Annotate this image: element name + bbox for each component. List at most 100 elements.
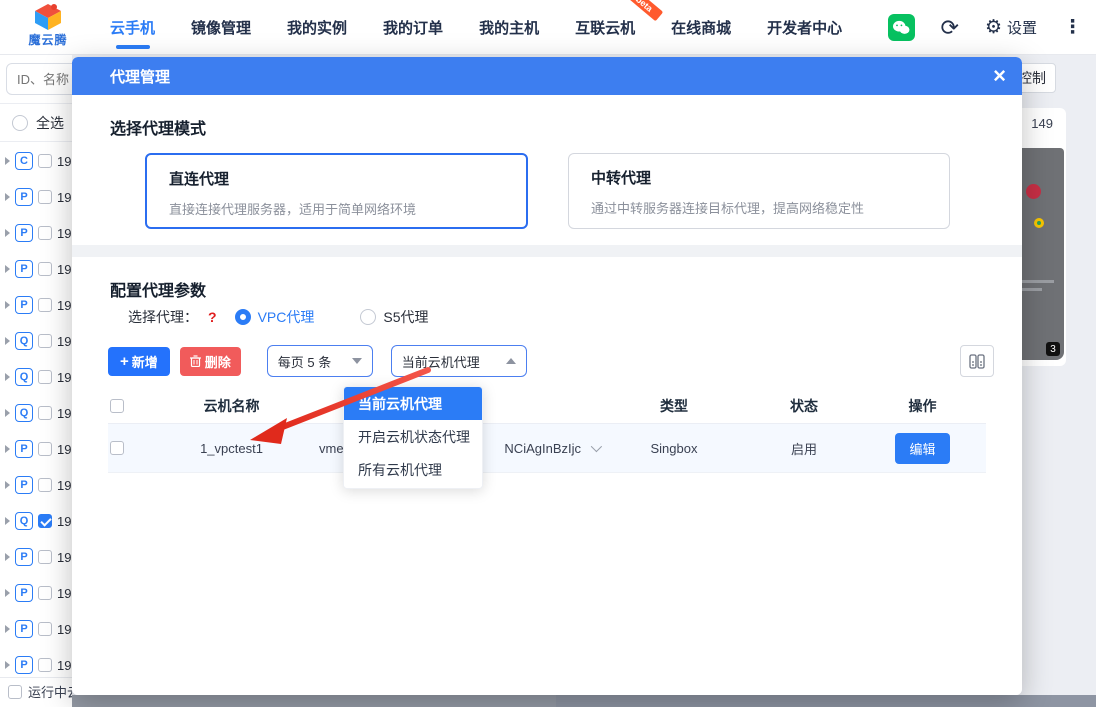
device-list-item[interactable]: P 19 bbox=[0, 539, 72, 575]
expand-triangle-icon[interactable] bbox=[5, 661, 10, 669]
delete-button[interactable]: 删除 bbox=[180, 347, 241, 376]
device-checkbox[interactable] bbox=[38, 622, 52, 636]
running-filter-row[interactable]: 运行中云 bbox=[0, 677, 72, 705]
device-checkbox[interactable] bbox=[38, 406, 52, 420]
device-list-item[interactable]: Q 19 bbox=[0, 323, 72, 359]
device-list-item[interactable]: P 19 bbox=[0, 575, 72, 611]
device-type-badge: C bbox=[15, 152, 33, 170]
nav-item[interactable]: 云手机 bbox=[108, 0, 157, 55]
gear-icon: ⚙ bbox=[985, 16, 1002, 39]
device-type-badge: P bbox=[15, 224, 33, 242]
plus-icon: + bbox=[120, 354, 129, 369]
device-checkbox[interactable] bbox=[38, 226, 52, 240]
expand-triangle-icon[interactable] bbox=[5, 157, 10, 165]
device-list-item[interactable]: P 19 bbox=[0, 179, 72, 215]
expand-triangle-icon[interactable] bbox=[5, 373, 10, 381]
device-label: 19 bbox=[57, 622, 71, 637]
device-list-item[interactable]: P 19 bbox=[0, 215, 72, 251]
cell-name: 1_vpctest1 bbox=[144, 441, 319, 456]
nav-item[interactable]: 镜像管理 bbox=[189, 0, 253, 55]
device-checkbox[interactable] bbox=[38, 370, 52, 384]
device-type-badge: P bbox=[15, 548, 33, 566]
refresh-icon[interactable]: ⟳ bbox=[941, 17, 959, 39]
device-list-item[interactable]: P 19 bbox=[0, 287, 72, 323]
select-all-row[interactable]: 全选 bbox=[12, 113, 64, 133]
wechat-icon[interactable] bbox=[888, 14, 915, 41]
device-label: 19 bbox=[57, 514, 71, 529]
nav-item[interactable]: 互联云机 beta bbox=[573, 0, 637, 55]
expand-triangle-icon[interactable] bbox=[5, 337, 10, 345]
select-all-radio[interactable] bbox=[12, 115, 28, 131]
expand-triangle-icon[interactable] bbox=[5, 517, 10, 525]
dropdown-option[interactable]: 开启云机状态代理 bbox=[344, 420, 482, 453]
nav-item[interactable]: 我的主机 bbox=[477, 0, 541, 55]
dropdown-option[interactable]: 当前云机代理 bbox=[344, 387, 482, 420]
app-window: 魔云腾 云手机 镜像管理 我的实例 我的订 bbox=[0, 0, 1096, 707]
edit-button[interactable]: 编辑 bbox=[895, 433, 949, 464]
device-checkbox[interactable] bbox=[38, 190, 52, 204]
nav-item[interactable]: 我的订单 bbox=[381, 0, 445, 55]
help-icon[interactable]: ? bbox=[208, 309, 217, 325]
settings-button[interactable]: ⚙ 设置 bbox=[985, 16, 1037, 39]
caret-up-icon bbox=[506, 358, 516, 364]
row-checkbox[interactable] bbox=[110, 441, 124, 455]
dropdown-option[interactable]: 所有云机代理 bbox=[344, 453, 482, 486]
column-settings-button[interactable] bbox=[960, 345, 994, 377]
expand-triangle-icon[interactable] bbox=[5, 553, 10, 561]
device-label: 19 bbox=[57, 586, 71, 601]
device-list-item[interactable]: Q 19 bbox=[0, 503, 72, 539]
app-logo[interactable]: 魔云腾 bbox=[20, 3, 76, 48]
device-checkbox[interactable] bbox=[38, 154, 52, 168]
page-size-select[interactable]: 每页 5 条 bbox=[267, 345, 373, 377]
device-checkbox[interactable] bbox=[38, 586, 52, 600]
nav-item[interactable]: 在线商城 bbox=[669, 0, 733, 55]
search-input[interactable] bbox=[6, 63, 72, 95]
mode-card-direct[interactable]: 直连代理 直接连接代理服务器，适用于简单网络环境 bbox=[145, 153, 528, 229]
device-list-item[interactable]: P 19 bbox=[0, 611, 72, 647]
running-filter-checkbox[interactable] bbox=[8, 685, 22, 699]
close-icon[interactable]: × bbox=[993, 65, 1006, 87]
device-list-item[interactable]: C 19 bbox=[0, 143, 72, 179]
expand-triangle-icon[interactable] bbox=[5, 589, 10, 597]
expand-triangle-icon[interactable] bbox=[5, 229, 10, 237]
device-list-item[interactable]: Q 19 bbox=[0, 395, 72, 431]
expand-triangle-icon[interactable] bbox=[5, 193, 10, 201]
expand-triangle-icon[interactable] bbox=[5, 265, 10, 273]
device-checkbox[interactable] bbox=[38, 514, 52, 528]
device-list-item[interactable]: P 19 bbox=[0, 251, 72, 287]
select-all-checkbox[interactable] bbox=[110, 399, 124, 413]
device-list-item[interactable]: P 19 bbox=[0, 467, 72, 503]
radio-vpc-proxy[interactable]: VPC代理 bbox=[235, 307, 315, 327]
device-checkbox[interactable] bbox=[38, 334, 52, 348]
kebab-menu-icon[interactable]: ⋮ bbox=[1063, 16, 1082, 39]
add-button[interactable]: + 新增 bbox=[108, 347, 170, 376]
device-checkbox[interactable] bbox=[38, 298, 52, 312]
expand-triangle-icon[interactable] bbox=[5, 481, 10, 489]
mode-card-relay[interactable]: 中转代理 通过中转服务器连接目标代理，提高网络稳定性 bbox=[568, 153, 950, 229]
phone-count: 149 bbox=[1031, 116, 1053, 131]
logo-text: 魔云腾 bbox=[20, 31, 76, 48]
device-checkbox[interactable] bbox=[38, 262, 52, 276]
radio-s5-proxy[interactable]: S5代理 bbox=[360, 307, 428, 327]
proxy-scope-select[interactable]: 当前云机代理 bbox=[391, 345, 527, 377]
header-action: 操作 bbox=[859, 396, 986, 416]
notification-badge: 3 bbox=[1046, 342, 1060, 356]
mode-card-desc: 通过中转服务器连接目标代理，提高网络稳定性 bbox=[591, 198, 927, 217]
device-label: 19 bbox=[57, 478, 71, 493]
device-checkbox[interactable] bbox=[38, 442, 52, 456]
expand-triangle-icon[interactable] bbox=[5, 445, 10, 453]
expand-triangle-icon[interactable] bbox=[5, 409, 10, 417]
device-label: 19 bbox=[57, 658, 71, 673]
device-type-badge: P bbox=[15, 440, 33, 458]
expand-triangle-icon[interactable] bbox=[5, 301, 10, 309]
nav-item[interactable]: 我的实例 bbox=[285, 0, 349, 55]
nav-item[interactable]: 开发者中心 bbox=[765, 0, 844, 55]
device-list-item[interactable]: Q 19 bbox=[0, 359, 72, 395]
table-row[interactable]: 1_vpctest1 vmes NCiAgInBzIjc Singbox 启用 … bbox=[108, 424, 986, 473]
device-checkbox[interactable] bbox=[38, 478, 52, 492]
device-list-item[interactable]: P 19 bbox=[0, 431, 72, 467]
device-checkbox[interactable] bbox=[38, 658, 52, 672]
device-checkbox[interactable] bbox=[38, 550, 52, 564]
select-all-label: 全选 bbox=[36, 113, 64, 133]
expand-triangle-icon[interactable] bbox=[5, 625, 10, 633]
